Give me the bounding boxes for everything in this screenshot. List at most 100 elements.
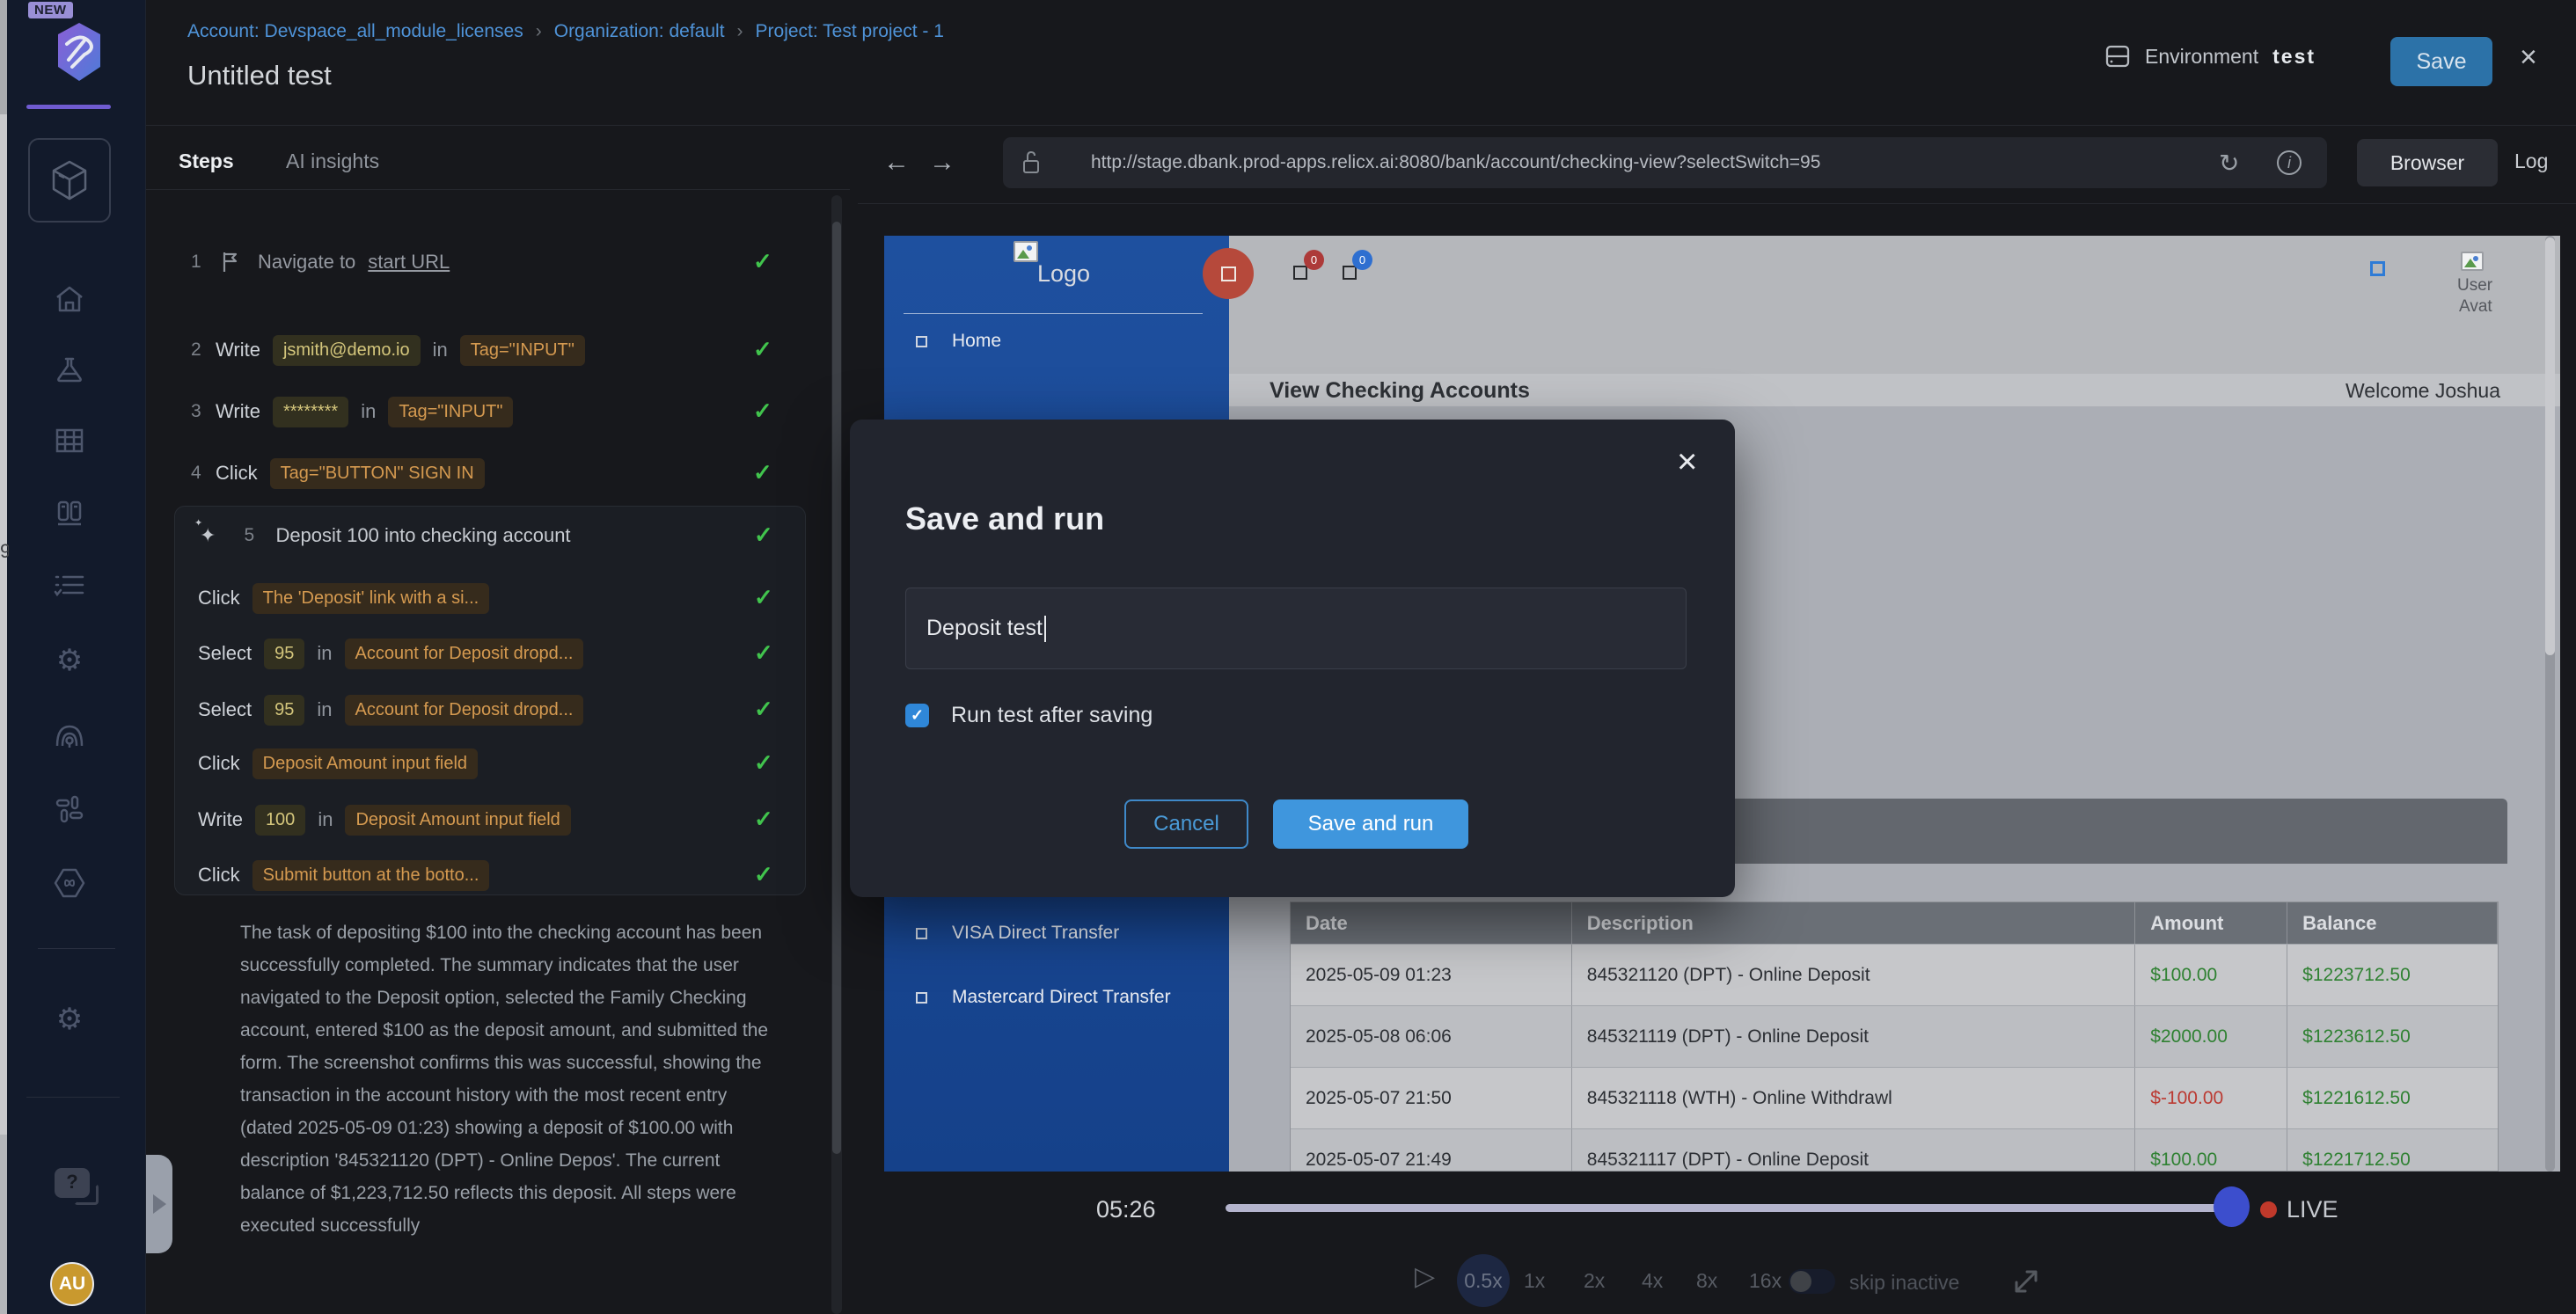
browser-forward-icon[interactable]: →: [929, 150, 955, 176]
save-button[interactable]: Save: [2390, 37, 2492, 86]
step-target-badge[interactable]: Deposit Amount input field: [252, 748, 478, 779]
url-text[interactable]: http://stage.dbank.prod-apps.relicx.ai:8…: [1091, 152, 1820, 173]
substep-row[interactable]: Select 95 in Account for Deposit dropd..…: [198, 638, 583, 669]
speed-16x-button[interactable]: 16x: [1749, 1269, 1782, 1293]
bank-nav-home[interactable]: Home: [916, 331, 1001, 352]
bank-nav-visa-transfer[interactable]: VISA Direct Transfer: [916, 923, 1119, 944]
step-target-badge[interactable]: Tag="BUTTON" SIGN IN: [270, 458, 485, 489]
step-row[interactable]: 2 Write jsmith@demo.io in Tag="INPUT": [191, 334, 585, 366]
sidebar-item-links[interactable]: [0, 867, 139, 899]
url-bar[interactable]: http://stage.dbank.prod-apps.relicx.ai:8…: [1003, 137, 2327, 188]
test-name-input[interactable]: Deposit test: [905, 588, 1687, 669]
step-row[interactable]: 1 Navigate to start URL: [191, 246, 450, 278]
sidebar-item-suites[interactable]: [0, 427, 139, 454]
sidebar-item-support-sessions[interactable]: [0, 719, 139, 749]
step-value-badge[interactable]: 100: [255, 805, 305, 836]
step-value-badge[interactable]: 95: [264, 639, 304, 669]
play-button[interactable]: ▷: [1415, 1261, 1435, 1292]
help-chat-icon[interactable]: ?: [55, 1168, 90, 1198]
substep-row[interactable]: Click Deposit Amount input field: [198, 748, 478, 779]
substep-row[interactable]: Click Submit button at the botto...: [198, 859, 489, 891]
step-target-badge[interactable]: Tag="INPUT": [388, 397, 513, 427]
step-target-badge[interactable]: Account for Deposit dropd...: [345, 639, 584, 669]
modal-close-icon[interactable]: ×: [1677, 444, 1697, 479]
breadcrumb-organization[interactable]: Organization: default: [554, 21, 725, 42]
bank-nav-mastercard-transfer[interactable]: Mastercard Direct Transfer: [916, 987, 1171, 1008]
columns-icon: [55, 500, 84, 529]
sidebar-item-checklist[interactable]: [0, 572, 139, 600]
sidebar-item-home[interactable]: [0, 285, 139, 313]
timeline-knob[interactable]: [2214, 1186, 2250, 1227]
step-row[interactable]: 3 Write ******** in Tag="INPUT": [191, 396, 513, 427]
browser-back-icon[interactable]: ←: [883, 150, 910, 176]
bank-message-icon[interactable]: [1343, 266, 1357, 280]
user-avatar[interactable]: AU: [50, 1262, 94, 1306]
timeline-track[interactable]: [1226, 1204, 2228, 1212]
step-number: 1: [191, 252, 203, 273]
expand-drawer-handle[interactable]: [146, 1155, 172, 1253]
speed-4x-button[interactable]: 4x: [1642, 1269, 1663, 1293]
cancel-button[interactable]: Cancel: [1124, 799, 1248, 849]
step-success-check-icon: ✓: [754, 639, 773, 667]
tab-browser[interactable]: Browser: [2357, 139, 2498, 186]
close-icon[interactable]: ×: [2520, 42, 2537, 72]
step-target-badge[interactable]: The 'Deposit' link with a si...: [252, 583, 490, 614]
sidebar-item-runs[interactable]: [0, 500, 139, 529]
sidebar-item-settings[interactable]: ⚙: [0, 646, 139, 675]
steps-scrollbar-thumb[interactable]: [832, 222, 841, 1154]
step-row[interactable]: 4 Click Tag="BUTTON" SIGN IN: [191, 457, 485, 489]
bank-scrollbar-thumb[interactable]: [2545, 237, 2555, 655]
skip-inactive-toggle[interactable]: [1789, 1269, 1835, 1294]
substep-row[interactable]: Select 95 in Account for Deposit dropd..…: [198, 694, 583, 726]
environment-value[interactable]: test: [2272, 45, 2316, 69]
bank-checkbox-artifact[interactable]: [2370, 261, 2385, 276]
bank-notification-icon[interactable]: [1293, 266, 1307, 280]
sidebar-item-lab[interactable]: [0, 355, 139, 383]
step-number: 4: [191, 463, 203, 484]
speed-0-5x-button[interactable]: 0.5x: [1457, 1254, 1510, 1307]
step-value-badge[interactable]: 95: [264, 695, 304, 726]
breadcrumb-project[interactable]: Project: Test project - 1: [756, 21, 944, 42]
fullscreen-expand-icon[interactable]: [2011, 1267, 2041, 1296]
step-target-badge[interactable]: Tag="INPUT": [460, 335, 585, 366]
bank-welcome-text: Welcome Joshua: [2345, 379, 2500, 403]
substep-row[interactable]: Click The 'Deposit' link with a si...: [198, 582, 489, 614]
step-group[interactable]: ✦ 5 Deposit 100 into checking account ✓ …: [174, 506, 806, 895]
info-icon[interactable]: i: [2277, 150, 2302, 175]
step-target-badge[interactable]: Account for Deposit dropd...: [345, 695, 584, 726]
step-target-badge[interactable]: Submit button at the botto...: [252, 860, 490, 891]
bank-menu-broken-image-button[interactable]: [1203, 248, 1254, 299]
sidebar-item-integrations[interactable]: [0, 793, 139, 825]
save-and-run-button[interactable]: Save and run: [1273, 799, 1468, 849]
step-group-header[interactable]: ✦ 5 Deposit 100 into checking account: [200, 520, 571, 551]
tab-log[interactable]: Log: [2514, 150, 2548, 173]
table-row[interactable]: 2025-05-07 21:49 845321117 (DPT) - Onlin…: [1291, 1128, 2498, 1172]
sidebar-divider: [26, 1097, 120, 1098]
table-row[interactable]: 2025-05-07 21:50 845321118 (WTH) - Onlin…: [1291, 1067, 2498, 1128]
tab-ai-insights[interactable]: AI insights: [286, 150, 379, 173]
sidebar-item-tests[interactable]: [28, 138, 111, 223]
start-url-link[interactable]: start URL: [368, 251, 450, 274]
tab-steps[interactable]: Steps: [179, 150, 234, 173]
table-row[interactable]: 2025-05-09 01:23 845321120 (DPT) - Onlin…: [1291, 944, 2498, 1005]
step-value-badge[interactable]: ********: [273, 397, 348, 427]
step-action: Click: [216, 462, 258, 485]
speed-8x-button[interactable]: 8x: [1696, 1269, 1717, 1293]
step-value-badge[interactable]: jsmith@demo.io: [273, 335, 421, 366]
step-target-badge[interactable]: Deposit Amount input field: [345, 805, 570, 836]
app-logo[interactable]: [55, 21, 104, 87]
slack-icon: [54, 793, 85, 825]
notification-badge-red: 0: [1304, 250, 1324, 270]
speed-2x-button[interactable]: 2x: [1584, 1269, 1605, 1293]
reload-icon[interactable]: ↻: [2219, 137, 2239, 188]
run-after-saving-checkbox[interactable]: ✓: [905, 704, 929, 727]
bank-sidebar-divider: [904, 313, 1203, 314]
breadcrumb-account[interactable]: Account: Devspace_all_module_licenses: [187, 21, 523, 42]
table-row[interactable]: 2025-05-08 06:06 845321119 (DPT) - Onlin…: [1291, 1005, 2498, 1067]
cell-date: 2025-05-09 01:23: [1291, 945, 1572, 1005]
speed-1x-button[interactable]: 1x: [1524, 1269, 1545, 1293]
substep-row[interactable]: Write 100 in Deposit Amount input field: [198, 804, 571, 836]
modal-title: Save and run: [905, 500, 1104, 537]
step-number: 3: [191, 401, 203, 422]
sidebar-item-admin-settings[interactable]: ⚙: [0, 1004, 139, 1034]
